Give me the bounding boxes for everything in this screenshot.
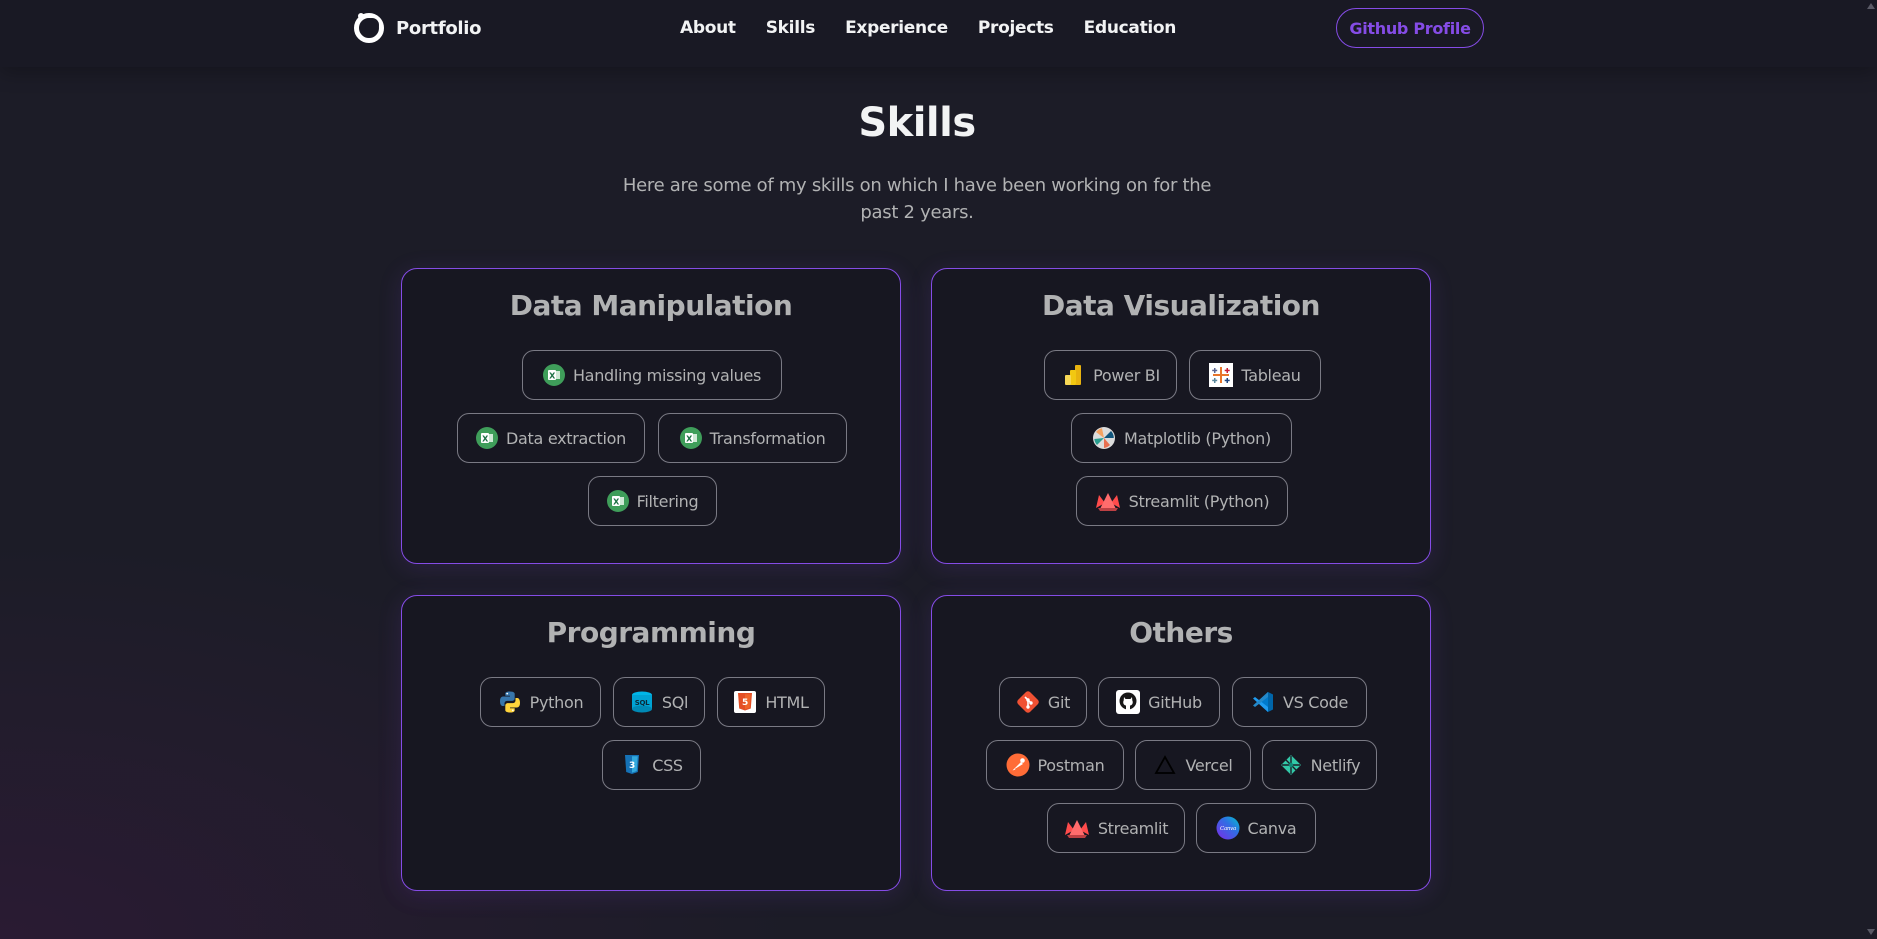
skill-label: VS Code: [1282, 692, 1349, 712]
skill-label: Netlify: [1310, 755, 1361, 775]
scroll-down-arrow[interactable]: [1866, 928, 1876, 936]
canva-icon: Canva: [1216, 816, 1240, 840]
skill-chip[interactable]: Git: [999, 677, 1087, 727]
skill-label: Streamlit (Python): [1128, 491, 1270, 511]
vscode-icon: [1252, 692, 1273, 712]
python-icon: [499, 691, 520, 713]
postman-icon: [1006, 753, 1030, 777]
skill-card-others: Others Git GitHub VS Code Postman Vercel…: [931, 595, 1431, 891]
html5-icon: 5: [734, 691, 757, 713]
skill-chip[interactable]: GitHub: [1098, 677, 1220, 727]
skill-chip[interactable]: 5 HTML: [717, 677, 825, 727]
logo-icon: [354, 13, 384, 43]
skill-chip[interactable]: VS Code: [1232, 677, 1367, 727]
skill-label: Streamlit: [1097, 818, 1169, 838]
skill-label: Handling missing values: [572, 365, 762, 385]
github-icon: [1116, 690, 1141, 714]
skills-description-line2: past 2 years.: [860, 202, 974, 223]
nav-link-about[interactable]: About: [680, 18, 736, 38]
netlify-icon: [1280, 755, 1301, 775]
skill-label: GitHub: [1148, 692, 1202, 712]
nav-link-skills[interactable]: Skills: [766, 18, 816, 38]
vercel-icon: [1154, 755, 1177, 774]
skill-chip[interactable]: Streamlit (Python): [1076, 476, 1288, 526]
nav-link-projects[interactable]: Projects: [978, 18, 1054, 38]
skill-label: Tableau: [1241, 365, 1301, 385]
navbar: Portfolio About Skills Experience Projec…: [0, 0, 1877, 67]
skill-label: Matplotlib (Python): [1124, 428, 1271, 448]
nav-link-experience[interactable]: Experience: [845, 18, 948, 38]
skill-label: CSS: [652, 755, 683, 775]
skill-chip[interactable]: SQL SQl: [613, 677, 705, 727]
powerbi-icon: [1065, 365, 1082, 385]
streamlit-icon: [1095, 493, 1120, 511]
skill-chip[interactable]: Tableau: [1189, 350, 1321, 400]
svg-text:SQL: SQL: [635, 699, 650, 707]
skill-label: Transformation: [709, 428, 826, 448]
skill-label: Postman: [1037, 755, 1105, 775]
card-title: Others: [1129, 616, 1233, 649]
skill-chip[interactable]: 3 CSS: [602, 740, 701, 790]
excel-icon: X: [476, 427, 499, 449]
skill-label: Canva: [1247, 818, 1297, 838]
skill-label: Data extraction: [506, 428, 626, 448]
skill-label: Filtering: [636, 491, 699, 511]
nav-link-education[interactable]: Education: [1084, 18, 1177, 38]
skill-chip[interactable]: Streamlit: [1047, 803, 1185, 853]
skill-chip[interactable]: X Transformation: [658, 413, 847, 463]
skills-description-line1: Here are some of my skills on which I ha…: [622, 175, 1212, 196]
skill-label: Power BI: [1093, 365, 1160, 385]
logo-link[interactable]: Portfolio: [352, 11, 482, 45]
matplotlib-icon: [1093, 427, 1116, 449]
card-title: Data Manipulation: [509, 289, 793, 322]
scroll-up-arrow[interactable]: [1866, 2, 1876, 10]
skill-card-data-visualization: Data Visualization Power BI Tableau Matp…: [931, 268, 1431, 564]
skill-label: HTML: [765, 692, 809, 712]
skill-chip[interactable]: Vercel: [1135, 740, 1251, 790]
sql-icon: SQL: [631, 691, 652, 713]
skill-chip[interactable]: X Data extraction: [457, 413, 645, 463]
git-icon: [1017, 691, 1039, 713]
nav-links: About Skills Experience Projects Educati…: [680, 18, 1176, 38]
skill-chip[interactable]: X Filtering: [588, 476, 717, 526]
skill-chip[interactable]: Python: [480, 677, 601, 727]
svg-text:3: 3: [629, 761, 635, 771]
excel-icon: X: [606, 490, 629, 512]
skill-chip[interactable]: Postman: [986, 740, 1124, 790]
github-profile-button[interactable]: Github Profile: [1336, 8, 1484, 48]
skills-description: Here are some of my skills on which I ha…: [613, 172, 1221, 226]
skill-chip[interactable]: Matplotlib (Python): [1071, 413, 1292, 463]
excel-icon: X: [542, 364, 565, 386]
card-title: Data Visualization: [1042, 289, 1320, 322]
card-title: Programming: [546, 616, 756, 649]
skill-card-data-manipulation: Data Manipulation X Handling missing val…: [401, 268, 901, 564]
skill-label: SQl: [661, 692, 689, 712]
svg-text:5: 5: [742, 698, 748, 708]
skill-label: Python: [529, 692, 584, 712]
skill-card-programming: Programming Python SQL SQl 5 HTML 3 CSS: [401, 595, 901, 891]
skill-label: Git: [1047, 692, 1071, 712]
logo-text: Portfolio: [396, 17, 482, 39]
canva-icon-text: Canva: [1220, 826, 1236, 832]
excel-icon: X: [679, 427, 702, 449]
skill-chip[interactable]: Power BI: [1044, 350, 1177, 400]
tableau-icon: [1209, 363, 1234, 387]
skill-chip[interactable]: X Handling missing values: [522, 350, 782, 400]
streamlit-icon: [1064, 820, 1089, 838]
skill-label: Vercel: [1185, 755, 1233, 775]
skill-chip[interactable]: Canva Canva: [1196, 803, 1316, 853]
skill-chip[interactable]: Netlify: [1262, 740, 1377, 790]
css3-icon: 3: [625, 755, 640, 774]
skills-title: Skills: [858, 100, 976, 146]
